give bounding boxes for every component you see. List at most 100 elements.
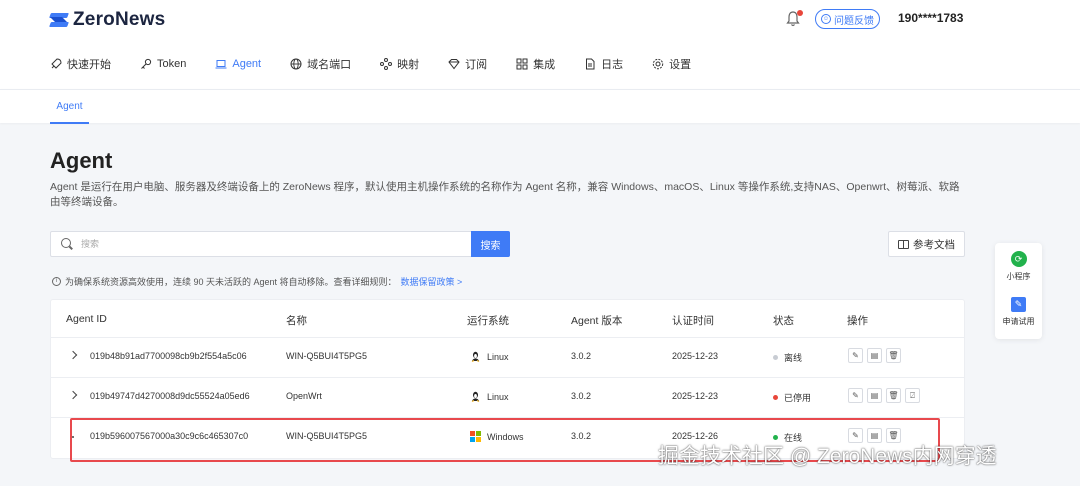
auth-time: 2025-12-23 bbox=[672, 351, 719, 361]
edit-pencil-icon[interactable]: ✎ bbox=[848, 388, 863, 403]
expand-chevron-icon[interactable] bbox=[68, 350, 78, 360]
edit-icon: ✎ bbox=[1011, 297, 1026, 312]
trash-icon[interactable]: 🗑 bbox=[886, 388, 901, 403]
nav-item-agent[interactable]: Agent bbox=[215, 56, 261, 72]
user-account[interactable]: 190****1783 bbox=[898, 11, 963, 25]
column-header-actions: 操作 bbox=[847, 315, 868, 327]
column-header-status: 状态 bbox=[773, 315, 794, 327]
column-header-name: 名称 bbox=[286, 315, 307, 327]
auth-time: 2025-12-23 bbox=[672, 391, 719, 401]
smile-icon: ☺ bbox=[821, 14, 831, 24]
nav-label: 域名端口 bbox=[307, 59, 352, 71]
os-label: Windows bbox=[487, 432, 524, 442]
top-header: ZeroNews ☺ 问题反馈 190****1783 快速开始 Token A… bbox=[0, 0, 1080, 89]
info-icon: i bbox=[52, 277, 61, 286]
reference-docs-button[interactable]: 参考文档 bbox=[888, 231, 965, 257]
bell-icon[interactable] bbox=[786, 10, 803, 27]
nav-item-quickstart[interactable]: 快速开始 bbox=[50, 56, 111, 72]
nav-item-subscription[interactable]: 订阅 bbox=[448, 56, 487, 72]
nav-label: 订阅 bbox=[465, 59, 488, 71]
page-description: Agent 是运行在用户电脑、服务器及终端设备上的 ZeroNews 程序，默认… bbox=[50, 181, 960, 208]
share-nodes-icon bbox=[380, 58, 393, 70]
expand-chevron-icon[interactable] bbox=[68, 390, 78, 400]
agent-name: OpenWrt bbox=[286, 391, 322, 401]
agent-id: 019b48b91ad7700098cb9b2f554a5c06 bbox=[90, 351, 247, 361]
notification-badge bbox=[797, 10, 803, 16]
agent-id: 019b596007567000a30c9c6c465307c0 bbox=[90, 431, 249, 441]
apply-trial-button[interactable]: ✎ 申请试用 bbox=[995, 297, 1042, 327]
trash-icon[interactable]: 🗑 bbox=[886, 348, 901, 363]
table-row: 019b49747d4270008d9dc55524a05ed6 OpenWrt… bbox=[51, 378, 964, 418]
zeronews-logo-icon bbox=[50, 11, 68, 29]
column-header-auth-time: 认证时间 bbox=[672, 315, 714, 327]
agent-os: Linux bbox=[470, 351, 509, 362]
brand-logo[interactable]: ZeroNews bbox=[50, 9, 165, 31]
nav-label: Token bbox=[157, 58, 187, 70]
grid-icon bbox=[516, 58, 528, 70]
mini-program-icon: ⟳ bbox=[1010, 251, 1027, 267]
nav-item-domain-port[interactable]: 域名端口 bbox=[290, 56, 351, 72]
main-nav: 快速开始 Token Agent 域名端口 映射 订阅 集成 日志 设置 bbox=[50, 56, 720, 72]
mini-program-button[interactable]: ⟳ 小程序 bbox=[995, 251, 1042, 282]
rocket-icon bbox=[50, 58, 62, 70]
sub-tab-bar: Agent bbox=[0, 89, 1080, 124]
column-header-agent-id: Agent ID bbox=[66, 313, 107, 325]
brand-name: ZeroNews bbox=[73, 9, 166, 30]
float-label: 申请试用 bbox=[1002, 317, 1035, 326]
status-badge: 离线 bbox=[773, 351, 802, 364]
row-actions: ✎ ▤ 🗑 ⍁ bbox=[848, 388, 920, 403]
linux-icon bbox=[471, 351, 480, 362]
book-icon bbox=[898, 239, 909, 249]
key-icon bbox=[140, 58, 152, 70]
nav-label: 集成 bbox=[533, 59, 556, 71]
table-row: 019b48b91ad7700098cb9b2f554a5c06 WIN-Q5B… bbox=[51, 338, 964, 378]
status-dot bbox=[773, 395, 778, 400]
nav-label: 映射 bbox=[397, 59, 420, 71]
feedback-button[interactable]: ☺ 问题反馈 bbox=[815, 9, 880, 29]
document-icon[interactable]: ▤ bbox=[867, 388, 882, 403]
status-dot bbox=[773, 355, 778, 360]
os-label: Linux bbox=[487, 352, 509, 362]
laptop-icon bbox=[215, 58, 227, 70]
tab-agent[interactable]: Agent bbox=[50, 90, 89, 124]
reference-docs-label: 参考文档 bbox=[913, 238, 955, 251]
row-marker bbox=[72, 436, 74, 438]
nav-label: 快速开始 bbox=[67, 59, 111, 71]
search-icon bbox=[61, 238, 73, 250]
edit-pencil-icon[interactable]: ✎ bbox=[848, 348, 863, 363]
linux-icon bbox=[471, 391, 480, 402]
float-label: 小程序 bbox=[1006, 272, 1031, 281]
nav-item-token[interactable]: Token bbox=[140, 56, 186, 72]
search-button[interactable]: 搜索 bbox=[471, 231, 510, 257]
enable-toggle-icon[interactable]: ⍁ bbox=[905, 388, 920, 403]
agent-name: WIN-Q5BUI4T5PG5 bbox=[286, 431, 368, 441]
status-label: 已停用 bbox=[784, 393, 812, 403]
agent-name: WIN-Q5BUI4T5PG5 bbox=[286, 351, 368, 361]
gear-icon bbox=[652, 58, 664, 70]
nav-item-logs[interactable]: 日志 bbox=[584, 56, 623, 72]
status-badge: 已停用 bbox=[773, 391, 811, 404]
agent-os: Linux bbox=[470, 391, 509, 402]
retention-policy-link[interactable]: 数据保留政策 > bbox=[401, 275, 463, 288]
nav-item-mapping[interactable]: 映射 bbox=[380, 56, 419, 72]
file-icon bbox=[584, 58, 596, 70]
agent-version: 3.0.2 bbox=[571, 351, 592, 361]
search-bar: 搜索 bbox=[50, 231, 510, 257]
search-input[interactable] bbox=[81, 234, 509, 254]
row-actions: ✎ ▤ 🗑 bbox=[848, 348, 901, 363]
agent-version: 3.0.2 bbox=[571, 391, 592, 401]
notice-text: 为确保系统资源高效使用，连续 90 天未活跃的 Agent 将自动移除。查看详细… bbox=[65, 277, 397, 287]
agent-id: 019b49747d4270008d9dc55524a05ed6 bbox=[90, 391, 250, 401]
agent-os: Windows bbox=[470, 431, 524, 442]
nav-item-integration[interactable]: 集成 bbox=[516, 56, 555, 72]
agent-table: Agent ID 名称 运行系统 Agent 版本 认证时间 状态 操作 019… bbox=[50, 299, 965, 459]
nav-label: 设置 bbox=[669, 59, 692, 71]
nav-item-settings[interactable]: 设置 bbox=[652, 56, 691, 72]
nav-label: 日志 bbox=[601, 59, 624, 71]
feedback-label: 问题反馈 bbox=[834, 15, 874, 27]
globe-icon bbox=[290, 58, 302, 70]
os-label: Linux bbox=[487, 392, 509, 402]
diamond-icon bbox=[448, 58, 460, 70]
agent-version: 3.0.2 bbox=[571, 431, 592, 441]
document-icon[interactable]: ▤ bbox=[867, 348, 882, 363]
